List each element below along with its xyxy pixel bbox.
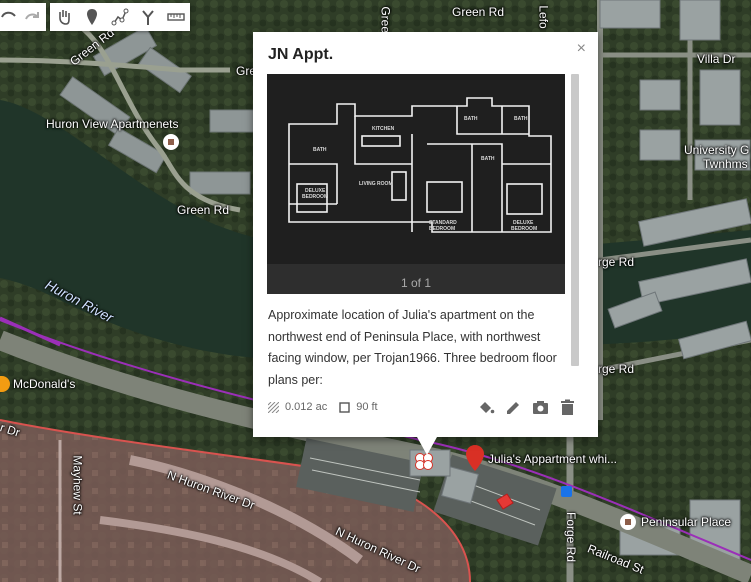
peninsular-place-label: Peninsular Place [641,515,732,529]
huron-view-marker-icon[interactable] [163,134,179,150]
forge-rd-right-label-2: rge Rd [598,362,635,376]
popup-title: JN Appt. [268,46,334,63]
mayhew-label: Mayhew St [70,455,85,515]
bus-stop-icon[interactable] [561,486,572,497]
trash-icon [561,399,574,415]
undo-icon [1,11,16,18]
area-icon [268,401,279,413]
forge-rd-bottom-label: Forge Rd [564,511,579,563]
pan-button[interactable] [50,3,78,31]
draw-tools-group [50,3,190,31]
deluxe-bedroom-label-1: BEDROOM [302,194,328,200]
image-counter: 1 of 1 [400,276,432,290]
living-room-label: LIVING ROOM [359,181,393,187]
feature-info-popup: JN Appt. × KITCHEN BATH BATH BATH BATH L… [253,32,598,455]
directions-button[interactable] [134,3,162,31]
bath-label-4: BATH [481,156,495,162]
university-label: University G [684,143,750,157]
area-value: 0.012 ac [285,401,328,413]
pencil-icon [507,402,519,414]
huron-view-label: Huron View Apartmenets [46,117,179,131]
popup-actions [478,399,576,416]
perimeter-value: 90 ft [356,401,378,413]
deluxe-bedroom-label-2: BEDROOM [511,226,537,232]
villa-dr-label: Villa Dr [697,52,736,66]
julia-apartment-label: Julia's Appartment whi... [488,452,618,466]
add-marker-button[interactable] [78,3,106,31]
style-button[interactable] [478,399,495,416]
mcdonalds-label: McDonald's [13,377,76,391]
ruler-icon [167,13,185,21]
bath-label-3: BATH [514,116,528,122]
marker-icon [87,9,97,25]
perimeter-icon [339,401,350,413]
paint-bucket-icon [480,402,495,414]
twnhms-label: Twnhms N [703,157,751,171]
redo-icon [25,12,39,20]
floor-plan-image[interactable]: KITCHEN BATH BATH BATH BATH LIVING ROOM … [267,74,565,294]
measure-button[interactable] [162,3,190,31]
close-icon[interactable]: × [577,40,586,58]
green-rd-label-top: Green Rd [452,5,505,19]
forge-rd-right-label: rge Rd [598,255,635,269]
directions-icon [142,10,154,25]
undo-button[interactable] [0,3,18,31]
feature-stats: 0.012 ac 90 ft [268,401,378,413]
julia-apartment-pin-icon[interactable] [466,445,484,476]
kitchen-label: KITCHEN [372,126,395,132]
bath-label-1: BATH [313,147,327,153]
leforge-label-top: Lefo [536,5,551,29]
redo-button[interactable] [18,3,46,31]
standard-bedroom-label: BEDROOM [429,226,455,232]
popup-scrollbar[interactable] [571,74,579,366]
undo-redo-group [0,3,46,31]
delete-button[interactable] [559,399,576,416]
peninsular-place-marker-icon[interactable] [620,514,636,530]
hand-icon [59,10,70,25]
polyline-icon [111,8,129,26]
popup-description: Approximate location of Julia's apartmen… [268,308,557,387]
floor-plan-drawing: KITCHEN BATH BATH BATH BATH LIVING ROOM … [267,74,565,264]
draw-line-button[interactable] [106,3,134,31]
camera-icon [533,401,548,414]
map-toolbar [0,3,190,31]
edit-button[interactable] [505,399,522,416]
green-rd-label-bottom: Green Rd [177,203,230,217]
add-photo-button[interactable] [532,399,549,416]
polygon-vertex-handles-icon[interactable] [413,452,435,472]
bath-label-2: BATH [464,116,478,122]
